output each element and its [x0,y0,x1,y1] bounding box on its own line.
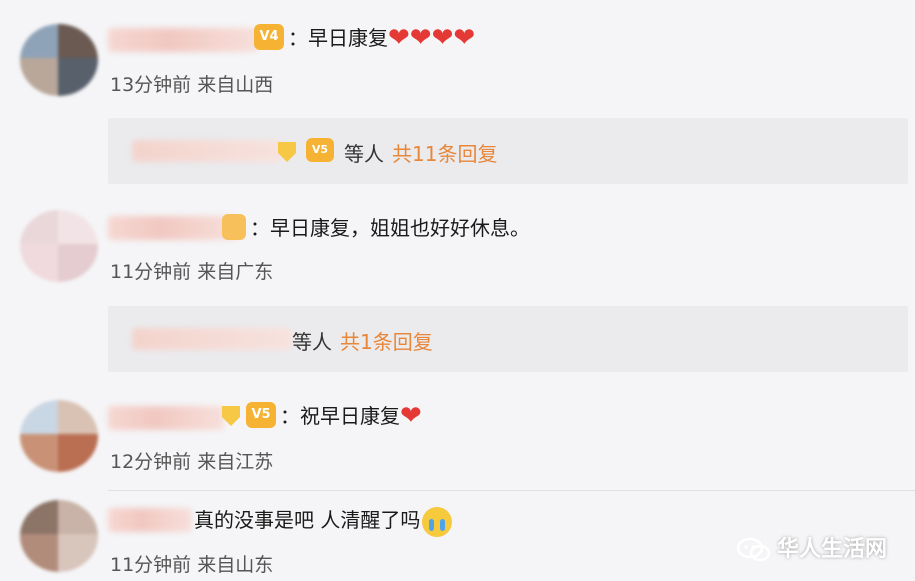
avatar[interactable] [20,500,98,572]
comment-location: 来自山西 [197,74,274,96]
avatar[interactable] [20,24,98,96]
avatar[interactable] [20,210,98,282]
comment-text: 真的没事是吧 人清醒了吗 [194,506,453,537]
wechat-icon [736,537,771,562]
crying-emoji-icon [422,506,453,537]
badge-icon [222,406,240,426]
reply-count-text[interactable]: 等人 共1条回复 [292,326,433,355]
comment-location: 来自广东 [197,261,274,283]
heart-icon: ❤❤❤❤ [388,23,476,53]
vip-badge-icon [222,214,246,240]
vip-badge-icon: V5 [306,138,334,162]
comment-meta: 12分钟前 来自江苏 [110,447,273,474]
username-blurred[interactable] [108,508,192,532]
comment-location: 来自江苏 [197,451,274,473]
comment-meta: 13分钟前 来自山西 [110,70,273,97]
comment-time: 13分钟前 [110,74,192,96]
comment-text: ：早日康复，姐姐也好好休息。 [250,216,530,240]
comment-time: 12分钟前 [110,451,192,473]
comment-time: 11分钟前 [110,261,192,283]
heart-icon: ❤ [400,401,422,431]
username-blurred[interactable] [108,406,224,430]
reply-usernames-blurred [132,328,292,350]
watermark: 华人生活网 [736,531,887,563]
username-blurred[interactable] [108,216,238,240]
username-blurred[interactable] [108,28,258,52]
comment-time: 11分钟前 [110,554,192,576]
comment-meta: 11分钟前 来自广东 [110,257,273,284]
vip-badge-icon: V4 [254,24,284,50]
avatar[interactable] [20,400,98,472]
comment-text: ：早日康复❤❤❤❤ [288,23,476,53]
comment-text: ：祝早日康复❤ [280,401,422,431]
comment-location: 来自山东 [197,554,274,576]
reply-summary[interactable]: V5 等人 共11条回复 [108,118,908,184]
divider [108,490,915,491]
reply-summary[interactable]: 等人 共1条回复 [108,306,908,372]
comment-meta: 11分钟前 来自山东 [110,550,273,577]
reply-usernames-blurred [132,140,282,162]
vip-badge-icon: V5 [246,402,276,428]
reply-count-text[interactable]: 等人 共11条回复 [344,138,497,167]
